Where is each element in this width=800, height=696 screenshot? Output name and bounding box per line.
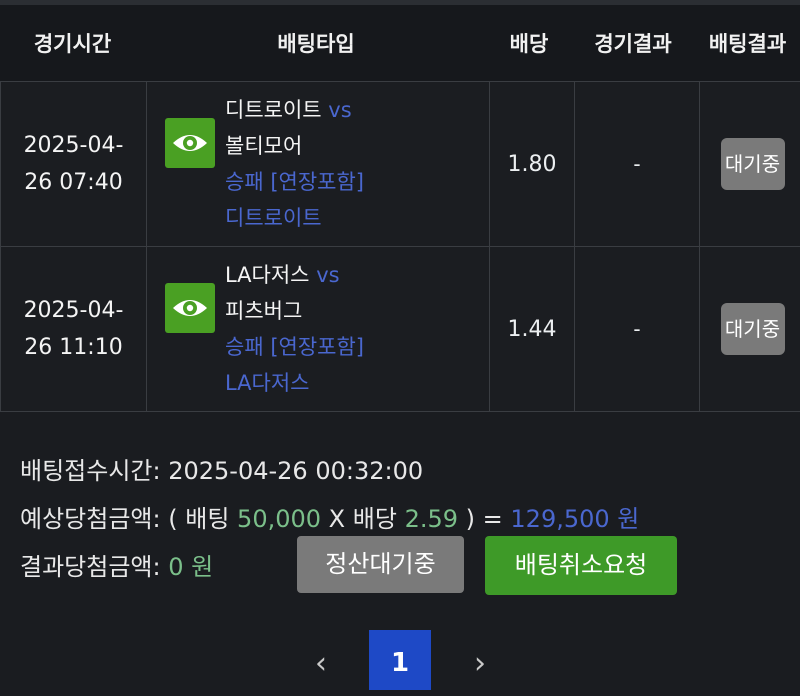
away-team: 볼티모어	[225, 128, 364, 164]
game-date: 2025-04-	[1, 292, 146, 329]
header-game-result: 경기결과	[571, 28, 695, 58]
accept-time-label: 배팅접수시간:	[20, 457, 161, 485]
bet-result-cell: 대기중	[700, 247, 800, 412]
game-result-value: -	[575, 82, 700, 247]
bet-market: 승패 [연장포함]	[225, 164, 364, 200]
cancel-bet-button[interactable]: 배팅취소요청	[485, 536, 677, 595]
times-sign: X	[329, 505, 345, 533]
bet-type-cell: 디트로이트 vs 볼티모어 승패 [연장포함] 디트로이트	[147, 82, 490, 247]
chevron-left-icon[interactable]: ‹	[306, 644, 336, 684]
header-bet-type: 배팅타입	[145, 28, 487, 58]
game-date: 2025-04-	[1, 127, 146, 164]
page-1-button[interactable]: 1	[369, 630, 431, 690]
result-winnings-label: 결과당첨금액:	[20, 553, 161, 581]
odds-value: 1.44	[490, 247, 575, 412]
odds-word: 배당	[353, 505, 397, 533]
odds-value: 1.80	[490, 82, 575, 247]
bet-type-cell: LA다저스 vs 피츠버그 승패 [연장포함] LA다저스	[147, 247, 490, 412]
chevron-right-icon[interactable]: ›	[465, 644, 495, 684]
game-time-cell: 2025-04- 26 07:40	[1, 82, 147, 247]
vs-label: vs	[316, 263, 339, 287]
vs-label: vs	[328, 98, 351, 122]
table-header: 경기시간 배팅타입 배당 경기결과 배팅결과	[0, 5, 800, 81]
eye-icon[interactable]	[165, 118, 215, 168]
bet-amount: 50,000	[237, 505, 321, 533]
pending-status-button[interactable]: 대기중	[721, 303, 785, 355]
bet-market: 승패 [연장포함]	[225, 329, 364, 365]
game-result-value: -	[575, 247, 700, 412]
header-bet-result: 배팅결과	[695, 28, 800, 58]
expected-winnings-label: 예상당첨금액:	[20, 505, 161, 533]
game-time: 26 07:40	[1, 164, 146, 201]
game-time: 26 11:10	[1, 329, 146, 366]
expected-amount: 129,500 원	[510, 505, 639, 533]
bet-pick: LA다저스	[225, 365, 364, 401]
table-row: 2025-04- 26 11:10 LA다저스 vs 피츠버그 승패 [연장포함…	[1, 247, 800, 412]
accept-time-value: 2025-04-26 00:32:00	[168, 457, 423, 485]
pagination: ‹ 1 ›	[0, 630, 800, 690]
bet-word: 배팅	[185, 505, 229, 533]
header-odds: 배당	[487, 28, 571, 58]
header-game-time: 경기시간	[0, 28, 145, 58]
result-amount: 0 원	[168, 553, 213, 581]
open-paren: (	[168, 505, 177, 533]
bet-result-cell: 대기중	[700, 82, 800, 247]
bet-pick: 디트로이트	[225, 200, 364, 236]
eye-icon[interactable]	[165, 283, 215, 333]
home-team: 디트로이트	[225, 98, 322, 122]
game-time-cell: 2025-04- 26 11:10	[1, 247, 147, 412]
accept-time-line: 배팅접수시간: 2025-04-26 00:32:00	[20, 447, 639, 495]
pending-status-button[interactable]: 대기중	[721, 138, 785, 190]
away-team: 피츠버그	[225, 293, 364, 329]
table-row: 2025-04- 26 07:40 디트로이트 vs 볼티모어 승패 [연장포함…	[1, 82, 800, 247]
close-equals: ) =	[466, 505, 503, 533]
settlement-pending-button[interactable]: 정산대기중	[297, 536, 464, 593]
total-odds: 2.59	[405, 505, 458, 533]
bet-table: 2025-04- 26 07:40 디트로이트 vs 볼티모어 승패 [연장포함…	[0, 81, 800, 412]
home-team: LA다저스	[225, 263, 310, 287]
